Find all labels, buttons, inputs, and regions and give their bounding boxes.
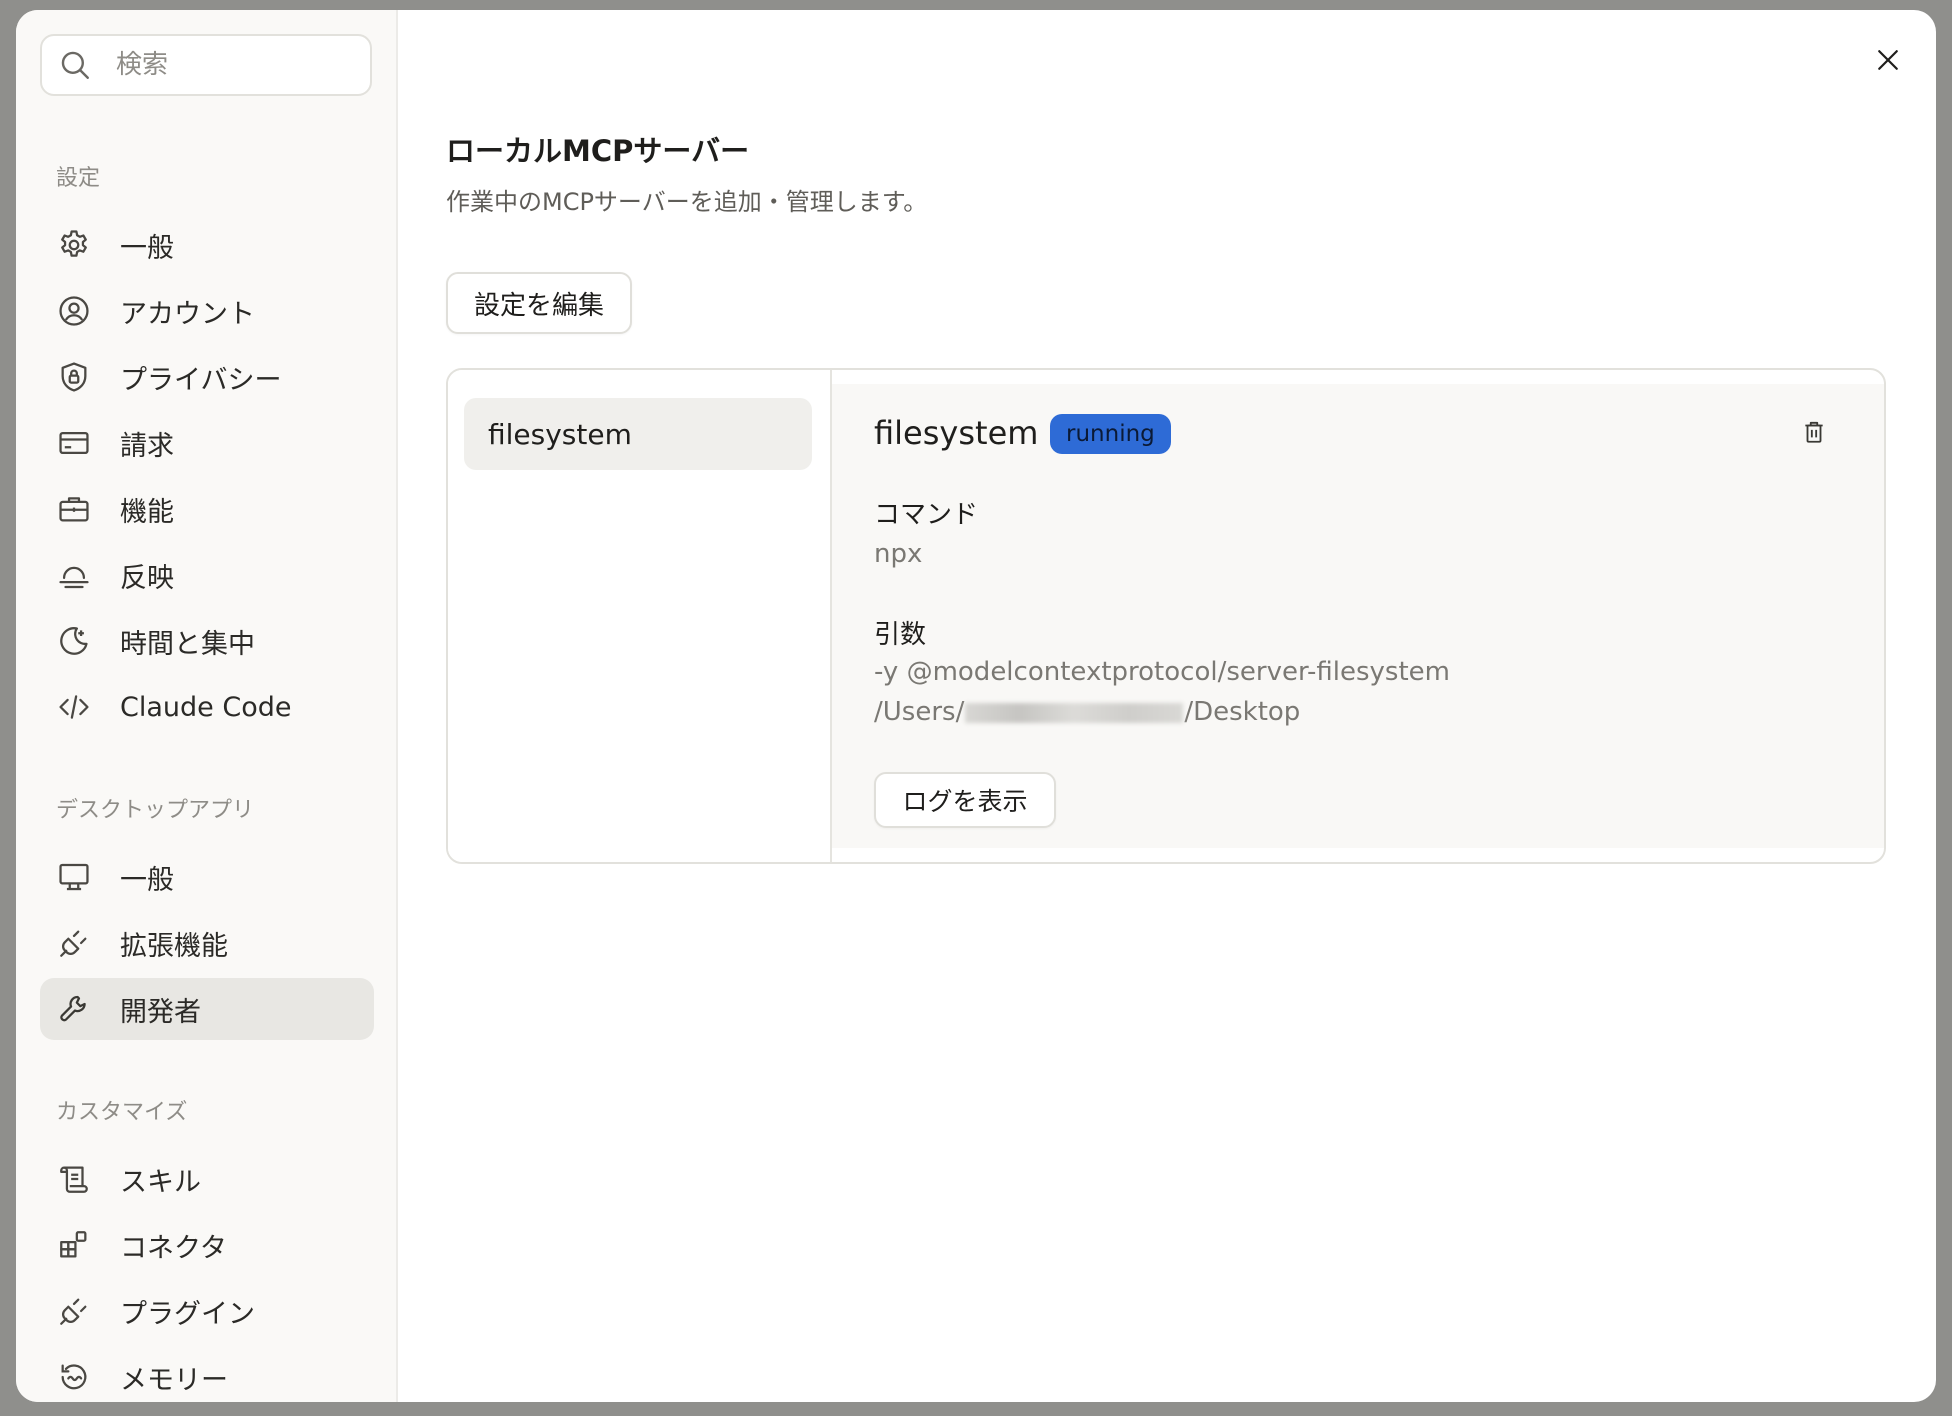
mcp-server-card: filesystem filesystem running コマンド npx 引…	[446, 368, 1886, 864]
search-box[interactable]	[40, 34, 372, 96]
sidebar-item-appearance[interactable]: 反映	[40, 544, 374, 606]
close-icon	[1878, 50, 1898, 70]
sunset-icon	[54, 555, 94, 595]
sidebar-item-label: 時間と集中	[120, 628, 255, 660]
sidebar-item-billing[interactable]: 請求	[40, 412, 374, 474]
server-name: filesystem	[874, 414, 1039, 452]
credit-card-icon	[54, 423, 94, 463]
code-icon	[54, 687, 94, 727]
server-list-item[interactable]: filesystem	[464, 398, 812, 470]
sidebar-item-connectors[interactable]: コネクタ	[40, 1214, 374, 1276]
sidebar-item-features[interactable]: 機能	[40, 478, 374, 540]
settings-modal: 設定 一般 アカウント プライバシー 請求 機能 反映 時間と集中	[16, 10, 1936, 1402]
close-button[interactable]	[1864, 36, 1912, 84]
command-label: コマンド	[874, 500, 979, 530]
args-path-prefix: /Users/	[874, 697, 965, 727]
sidebar-item-developer[interactable]: 開発者	[40, 978, 374, 1040]
redacted-username	[965, 702, 1184, 723]
sidebar-item-memory[interactable]: メモリー	[40, 1346, 374, 1402]
sidebar-item-label: 請求	[120, 430, 174, 462]
moon-sparkle-icon	[54, 621, 94, 661]
sidebar-item-general[interactable]: 一般	[40, 214, 374, 276]
sidebar-item-desktop-general[interactable]: 一般	[40, 846, 374, 908]
sidebar-item-label: アカウント	[120, 298, 255, 330]
sidebar-item-label: コネクタ	[120, 1232, 227, 1264]
sidebar-item-label: 反映	[120, 562, 174, 594]
sidebar-item-plugins[interactable]: プラグイン	[40, 1280, 374, 1342]
page-description: 作業中のMCPサーバーを追加・管理します。	[446, 188, 928, 216]
server-detail: filesystem running コマンド npx 引数 -y @model…	[832, 384, 1884, 848]
wrench-icon	[54, 989, 94, 1029]
search-icon	[61, 51, 89, 79]
sidebar: 設定 一般 アカウント プライバシー 請求 機能 反映 時間と集中	[16, 10, 398, 1402]
delete-server-button[interactable]	[1796, 414, 1832, 450]
sidebar-item-label: スキル	[120, 1166, 201, 1198]
section-title-customize: カスタマイズ	[56, 1100, 188, 1125]
edit-config-button[interactable]: 設定を編集	[446, 272, 632, 334]
trash-icon	[1805, 421, 1823, 443]
sidebar-item-label: 一般	[120, 864, 174, 896]
page-title: ローカルMCPサーバー	[446, 134, 750, 168]
shield-lock-icon	[54, 357, 94, 397]
sidebar-item-label: Claude Code	[120, 691, 292, 723]
args-path-suffix: /Desktop	[1184, 697, 1301, 727]
sidebar-item-label: 開発者	[120, 996, 201, 1028]
sidebar-item-label: 一般	[120, 232, 174, 264]
section-title-settings: 設定	[56, 166, 101, 191]
search-input[interactable]	[114, 49, 338, 81]
sidebar-item-label: 拡張機能	[120, 930, 228, 962]
status-badge: running	[1050, 414, 1171, 454]
plug-icon	[54, 923, 94, 963]
sidebar-item-label: メモリー	[120, 1364, 228, 1396]
history-icon	[54, 1357, 94, 1397]
sidebar-item-account[interactable]: アカウント	[40, 280, 374, 342]
sidebar-item-claude-code[interactable]: Claude Code	[40, 676, 374, 738]
sidebar-item-label: プライバシー	[120, 364, 282, 396]
sidebar-item-extensions[interactable]: 拡張機能	[40, 912, 374, 974]
sidebar-item-time-focus[interactable]: 時間と集中	[40, 610, 374, 672]
scroll-icon	[54, 1159, 94, 1199]
view-logs-button[interactable]: ログを表示	[874, 772, 1056, 828]
plug-icon	[54, 1291, 94, 1331]
command-value: npx	[874, 539, 923, 569]
args-value-line1: -y @modelcontextprotocol/server-filesyst…	[874, 657, 1450, 687]
args-value-line2: /Users/ /Desktop	[874, 692, 1300, 732]
monitor-icon	[54, 857, 94, 897]
sidebar-item-privacy[interactable]: プライバシー	[40, 346, 374, 408]
section-title-desktop: デスクトップアプリ	[56, 798, 255, 823]
gear-icon	[54, 225, 94, 265]
user-circle-icon	[54, 291, 94, 331]
args-label: 引数	[874, 620, 927, 650]
sidebar-item-label: プラグイン	[120, 1298, 255, 1330]
sidebar-item-label: 機能	[120, 496, 174, 528]
blocks-icon	[54, 1225, 94, 1265]
main-panel: ローカルMCPサーバー 作業中のMCPサーバーを追加・管理します。 設定を編集 …	[398, 10, 1936, 1402]
server-list: filesystem	[448, 370, 832, 862]
sidebar-item-skills[interactable]: スキル	[40, 1148, 374, 1210]
briefcase-icon	[54, 489, 94, 529]
